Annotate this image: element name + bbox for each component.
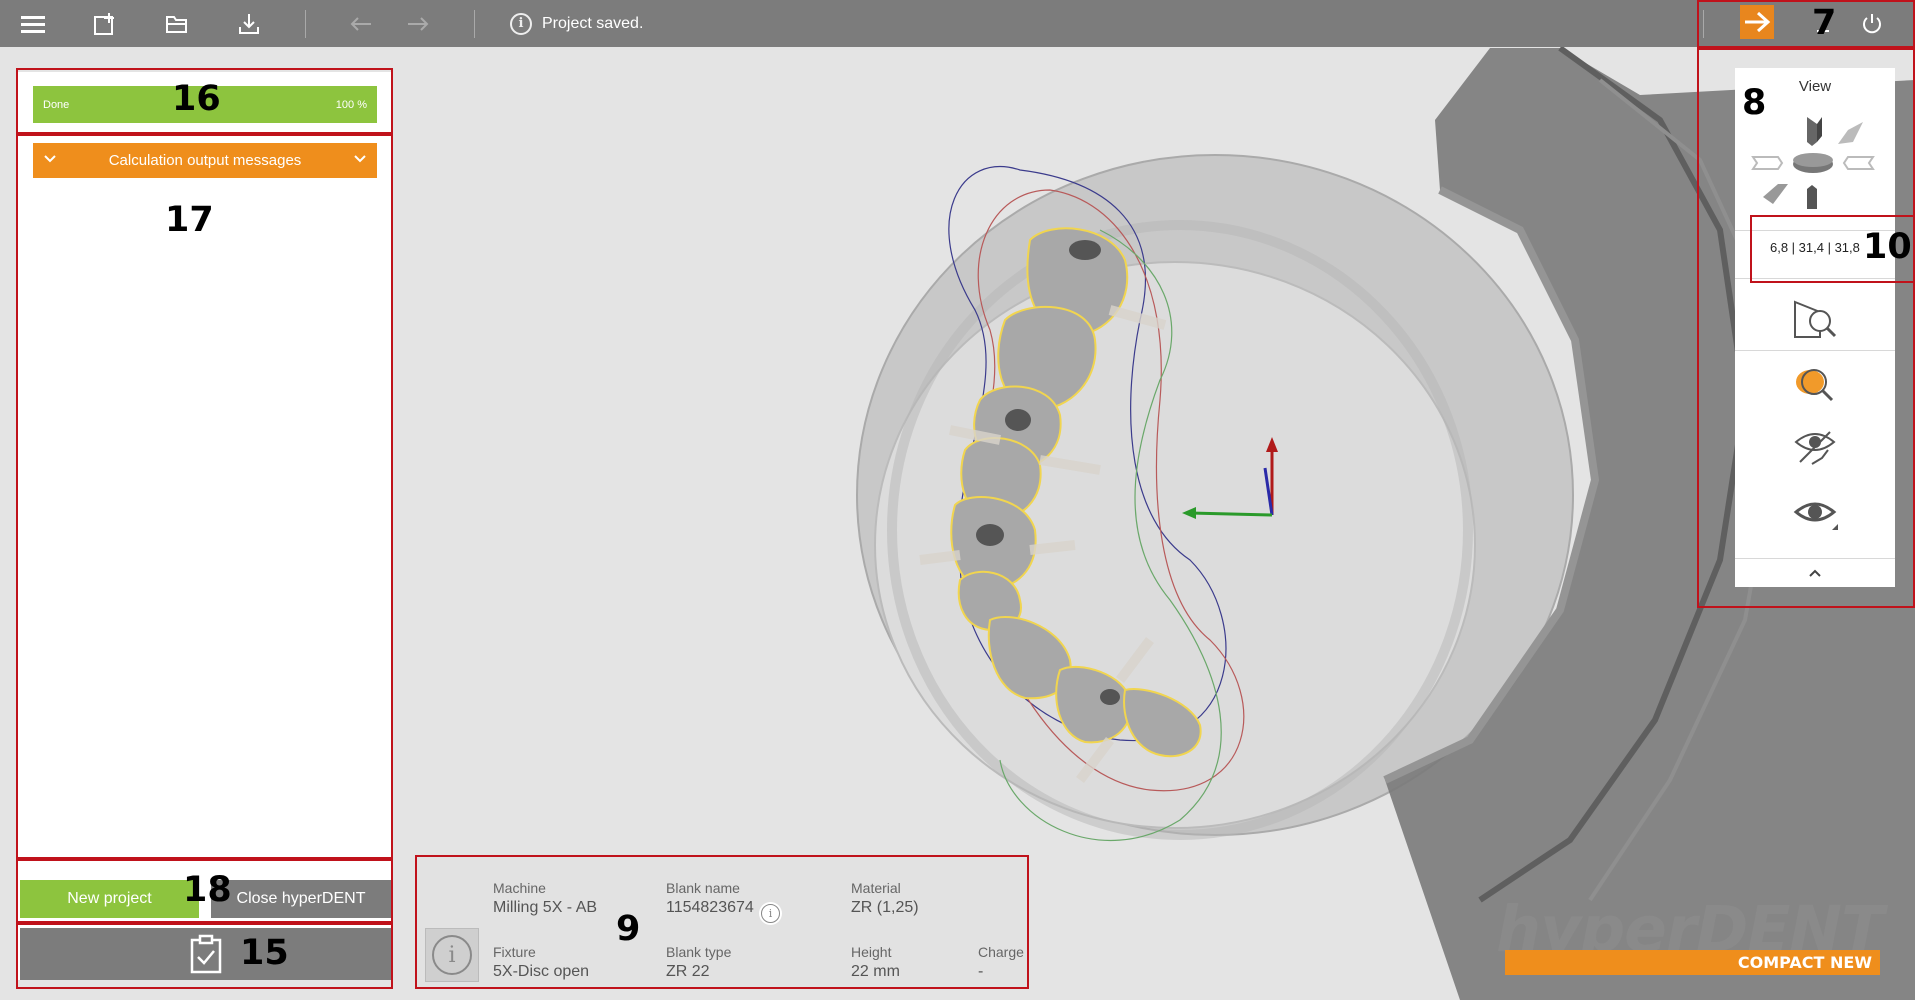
status-message: i Project saved. (510, 0, 643, 47)
view-panel-divider (1735, 278, 1895, 279)
fixture-label: Fixture (493, 944, 536, 960)
eye-icon[interactable] (1790, 490, 1840, 535)
info-icon: i (432, 935, 472, 975)
blank-name-label: Blank name (666, 880, 740, 896)
job-checklist-button[interactable] (20, 928, 391, 980)
progress-label: Done (43, 98, 70, 111)
charge-value: - (978, 963, 984, 980)
power-icon[interactable] (1849, 0, 1895, 47)
clipboard-check-icon (190, 934, 221, 974)
view-panel-divider (1735, 350, 1895, 351)
calculation-messages-header[interactable]: Calculation output messages (33, 143, 377, 178)
top-toolbar: i Project saved. (0, 0, 1915, 47)
height-label: Height (851, 944, 892, 960)
view-left-icon[interactable] (1751, 156, 1784, 170)
view-panel-divider (1735, 558, 1895, 559)
collapse-chevron-icon[interactable] (1735, 560, 1895, 585)
view-bottom-icon[interactable] (1807, 185, 1817, 209)
redo-arrow-icon[interactable] (395, 0, 441, 47)
new-project-icon[interactable] (82, 0, 128, 47)
chevron-down-icon (354, 155, 366, 163)
view-top-icon[interactable] (1807, 117, 1817, 146)
undo-arrow-icon[interactable] (338, 0, 384, 47)
zoom-selection-icon[interactable] (1790, 360, 1840, 405)
view-right-icon[interactable] (1842, 156, 1875, 170)
machine-value: Milling 5X - AB (493, 899, 598, 916)
new-project-button[interactable]: New project (20, 880, 199, 918)
export-arrow-icon[interactable] (1740, 5, 1774, 39)
visibility-toggle-icon[interactable] (1790, 422, 1840, 467)
info-button[interactable]: i (425, 928, 479, 982)
menu-icon[interactable] (10, 0, 56, 47)
blank-name-value: 1154823674 (666, 899, 754, 916)
view-back-iso-icon[interactable] (1763, 184, 1788, 204)
blank-type-value: ZR 22 (666, 963, 710, 980)
progress-percent: 100 % (335, 98, 367, 111)
fixture-value: 5X-Disc open (493, 963, 590, 980)
annotation-number-9: 9 (616, 909, 641, 949)
status-text: Project saved. (542, 14, 644, 32)
annotation-number-10: 10 (1863, 227, 1912, 267)
annotation-number-17: 17 (165, 200, 214, 240)
annotation-number-16: 16 (172, 79, 221, 119)
logo-edition-bar: COMPACT NEW (1505, 950, 1880, 975)
open-folder-icon[interactable] (154, 0, 200, 47)
info-icon: i (510, 12, 532, 35)
annotation-number-8: 8 (1742, 83, 1767, 123)
machine-label: Machine (493, 880, 546, 896)
view-cube (1751, 117, 1875, 209)
view-front-iso-icon[interactable] (1838, 122, 1863, 144)
charge-label: Charge (978, 944, 1024, 960)
close-app-button[interactable]: Close hyperDENT (211, 880, 391, 918)
toolbar-separator (305, 10, 306, 38)
toolbar-separator (474, 10, 475, 38)
blank-info-button[interactable]: i (759, 902, 782, 925)
chevron-down-icon (44, 155, 56, 163)
material-label: Material (851, 880, 901, 896)
coordinates-readout: 6,8 | 31,4 | 31,8 (1770, 240, 1860, 255)
annotation-number-7: 7 (1812, 3, 1837, 43)
info-icon: i (761, 904, 780, 923)
annotation-number-18: 18 (183, 870, 232, 910)
zoom-fit-icon[interactable] (1790, 295, 1840, 340)
toolbar-separator (1703, 10, 1704, 38)
annotation-number-15: 15 (240, 933, 289, 973)
calculation-messages-title: Calculation output messages (108, 152, 302, 169)
save-download-icon[interactable] (226, 0, 272, 47)
material-value: ZR (1,25) (851, 899, 919, 916)
blank-type-label: Blank type (666, 944, 732, 960)
height-value: 22 mm (851, 963, 900, 980)
